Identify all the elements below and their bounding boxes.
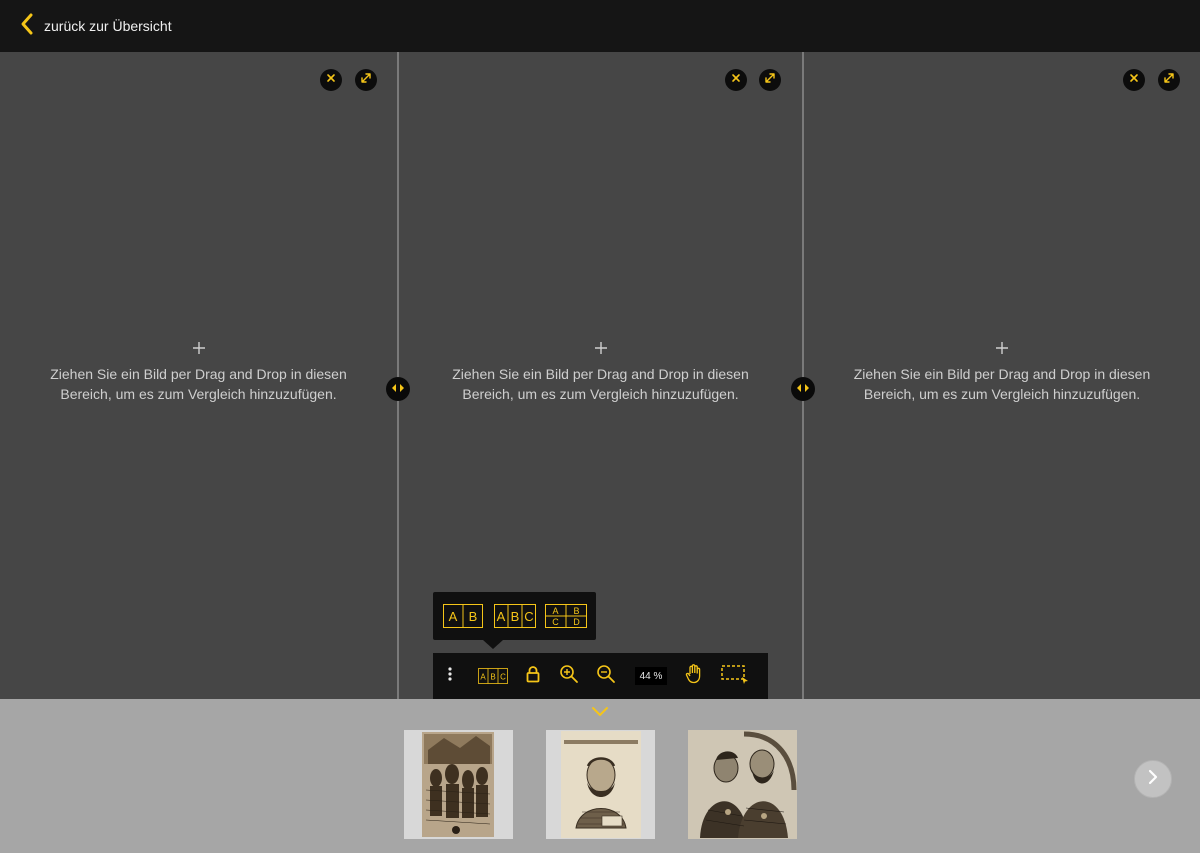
chevron-left-icon: [18, 12, 36, 41]
drop-instruction: Ziehen Sie ein Bild per Drag and Drop in…: [853, 366, 1151, 402]
compare-panel-3[interactable]: Ziehen Sie ein Bild per Drag and Drop in…: [804, 52, 1200, 699]
zoom-out-button[interactable]: [596, 664, 616, 689]
close-icon: [1128, 71, 1140, 89]
close-panel-button[interactable]: [1123, 69, 1145, 91]
thumbnail-two-men-portrait[interactable]: [688, 730, 797, 839]
close-icon: [730, 71, 742, 89]
plus-icon: [593, 340, 609, 356]
layout-ab-option[interactable]: A B: [443, 604, 483, 628]
thumbnail-crowd-scene[interactable]: [404, 730, 513, 839]
resize-handle[interactable]: [386, 377, 410, 401]
layout-letter: B: [511, 609, 520, 624]
expand-panel-button[interactable]: [1158, 69, 1180, 91]
layout-letter: B: [469, 609, 478, 624]
zoom-level: 44 %: [635, 667, 667, 685]
next-page-button[interactable]: [1134, 760, 1172, 798]
close-icon: [325, 71, 337, 89]
select-area-button[interactable]: [721, 664, 749, 689]
drop-instruction: Ziehen Sie ein Bild per Drag and Drop in…: [452, 366, 749, 402]
resize-horizontal-icon: [391, 380, 405, 398]
layout-letter: B: [490, 673, 495, 682]
layout-letter: A: [449, 609, 458, 624]
drop-zone[interactable]: Ziehen Sie ein Bild per Drag and Drop in…: [399, 340, 802, 404]
thumbnail-bearded-man-portrait[interactable]: [546, 730, 655, 839]
artwork-image: [404, 730, 513, 839]
layout-letter: A: [497, 609, 506, 624]
compare-area: Ziehen Sie ein Bild per Drag and Drop in…: [0, 52, 1200, 699]
artwork-image: [546, 730, 655, 839]
layout-popup: A B A B C A B C D: [433, 592, 596, 649]
layout-letter: C: [500, 673, 506, 682]
plus-icon: [994, 340, 1010, 356]
compare-panel-1[interactable]: Ziehen Sie ein Bild per Drag and Drop in…: [0, 52, 397, 699]
drop-instruction: Ziehen Sie ein Bild per Drag and Drop in…: [50, 366, 347, 402]
more-button[interactable]: [447, 665, 453, 687]
chevron-down-icon: [589, 706, 611, 723]
more-vertical-icon: [447, 666, 453, 687]
back-link[interactable]: zurück zur Übersicht: [18, 13, 172, 39]
layout-letter: C: [552, 617, 559, 627]
collapse-tray-button[interactable]: [589, 705, 611, 719]
layout-abcd-option[interactable]: A B C D: [545, 604, 587, 628]
plus-icon: [191, 340, 207, 356]
resize-handle[interactable]: [791, 377, 815, 401]
lock-icon: [526, 665, 540, 688]
hand-icon: [685, 663, 703, 689]
expand-panel-button[interactable]: [759, 69, 781, 91]
layout-letter: A: [552, 606, 558, 616]
close-panel-button[interactable]: [725, 69, 747, 91]
drop-zone[interactable]: Ziehen Sie ein Bild per Drag and Drop in…: [804, 340, 1200, 404]
expand-icon: [360, 71, 372, 89]
expand-icon: [1163, 71, 1175, 89]
zoom-in-icon: [559, 664, 579, 689]
image-tray: [0, 699, 1200, 853]
layout-letter: B: [573, 606, 579, 616]
selection-icon: [721, 664, 749, 689]
zoom-out-icon: [596, 664, 616, 689]
resize-horizontal-icon: [796, 380, 810, 398]
layout-button[interactable]: A B C: [478, 665, 508, 687]
close-panel-button[interactable]: [320, 69, 342, 91]
layout-abc-option[interactable]: A B C: [494, 604, 536, 628]
layout-letter: D: [573, 617, 580, 627]
top-bar: zurück zur Übersicht: [0, 0, 1200, 52]
zoom-in-button[interactable]: [559, 664, 579, 689]
back-link-label: zurück zur Übersicht: [44, 18, 172, 34]
layout-letter: A: [480, 673, 486, 682]
layout-abc-icon: A B C: [478, 668, 508, 684]
pan-button[interactable]: [685, 663, 703, 689]
artwork-image: [688, 730, 797, 839]
expand-panel-button[interactable]: [355, 69, 377, 91]
viewer-toolbar: A B C 44 %: [433, 653, 768, 699]
chevron-right-icon: [1146, 768, 1160, 791]
layout-letter: C: [524, 609, 533, 624]
lock-button[interactable]: [526, 665, 540, 687]
drop-zone[interactable]: Ziehen Sie ein Bild per Drag and Drop in…: [0, 340, 397, 404]
expand-icon: [764, 71, 776, 89]
